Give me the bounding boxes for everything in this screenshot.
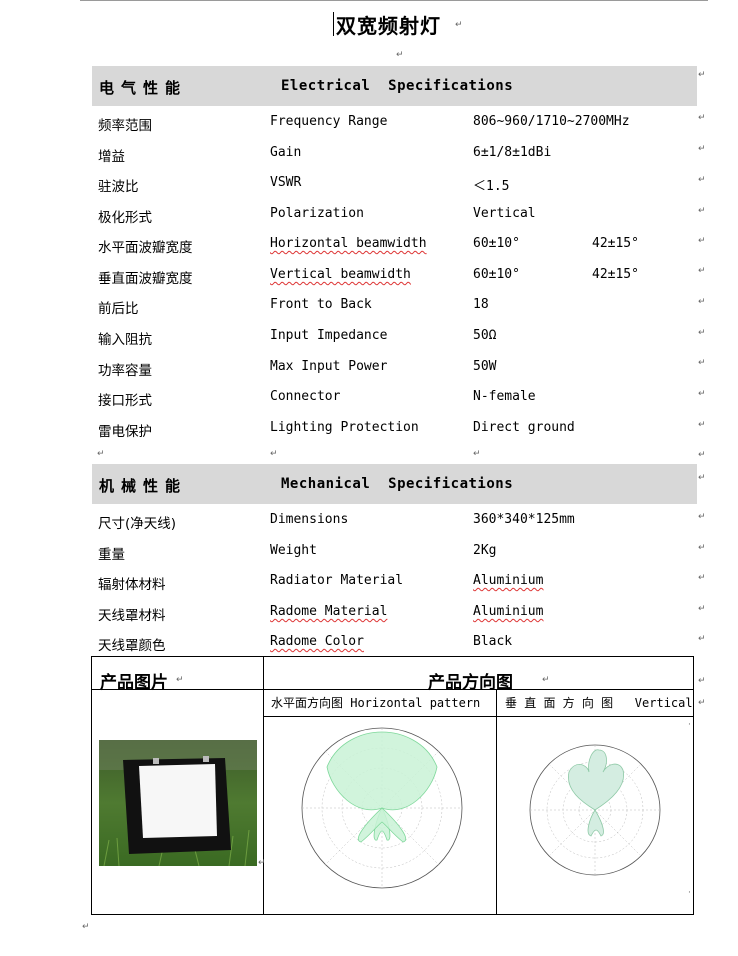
spec-label-cn: 频率范围 bbox=[98, 118, 152, 134]
paragraph-mark: ↵ bbox=[698, 698, 706, 708]
spec-label-cn: 功率容量 bbox=[98, 363, 152, 379]
mechanical-header-en: Mechanical Specifications bbox=[281, 476, 514, 492]
paragraph-mark: ↵ bbox=[698, 175, 706, 185]
paragraph-mark: ↵ bbox=[698, 389, 706, 399]
spec-label-cn: 重量 bbox=[98, 547, 125, 563]
spec-label-cn: 水平面波瓣宽度 bbox=[98, 240, 193, 256]
paragraph-mark: ↵ bbox=[270, 449, 278, 459]
paragraph-mark: ↵ bbox=[698, 473, 706, 483]
spec-value: Aluminium bbox=[473, 604, 544, 619]
spec-label-cn: 雷电保护 bbox=[98, 424, 152, 440]
page-title[interactable]: 双宽频射灯 bbox=[336, 10, 441, 39]
paragraph-mark: ↵ bbox=[698, 297, 706, 307]
table-divider bbox=[496, 689, 497, 915]
spec-label-cn: 天线罩材料 bbox=[98, 608, 166, 624]
spec-label-cn: 增益 bbox=[98, 149, 125, 165]
spec-value: Black bbox=[473, 634, 513, 649]
spec-value: 60±10° bbox=[473, 236, 520, 251]
spec-label-en: Weight bbox=[270, 543, 317, 558]
paragraph-mark: ↵ bbox=[698, 450, 706, 460]
paragraph-mark: ↵ bbox=[396, 50, 404, 60]
paragraph-mark: ↵ bbox=[455, 20, 463, 30]
paragraph-mark: ↵ bbox=[698, 328, 706, 338]
spec-label-en: Frequency Range bbox=[270, 114, 388, 129]
text-cursor bbox=[333, 12, 334, 36]
spec-label-cn: 天线罩颜色 bbox=[98, 638, 166, 654]
spec-value: 60±10° bbox=[473, 267, 520, 282]
paragraph-mark: ↵ bbox=[176, 675, 184, 685]
spec-label-cn: 辐射体材料 bbox=[98, 577, 166, 593]
horizontal-pattern-label: 水平面方向图 Horizontal pattern bbox=[271, 696, 481, 710]
paragraph-mark: ↵ bbox=[698, 70, 706, 80]
spec-label-en: Horizontal beamwidth bbox=[270, 236, 427, 251]
spec-label-en: Radome Color bbox=[270, 634, 364, 649]
paragraph-mark: ↵ bbox=[698, 634, 706, 644]
spec-value: 2Kg bbox=[473, 543, 497, 558]
paragraph-mark: ↵ bbox=[258, 858, 266, 868]
vertical-pattern-label: 垂 直 面 方 向 图 Vertical bbox=[505, 696, 693, 710]
paragraph-mark: ↵ bbox=[542, 675, 550, 685]
spec-label-en: Gain bbox=[270, 145, 302, 160]
paragraph-mark: · bbox=[688, 720, 691, 730]
table-divider bbox=[263, 716, 694, 717]
spec-label-cn: 尺寸(净天线) bbox=[98, 516, 177, 532]
paragraph-mark: ↵ bbox=[698, 573, 706, 583]
top-rule bbox=[80, 0, 708, 1]
spec-label-cn: 前后比 bbox=[98, 301, 139, 317]
electrical-header-en: Electrical Specifications bbox=[281, 78, 514, 94]
mechanical-header-cn: 机械性能 bbox=[99, 477, 188, 495]
paragraph-mark: ↵ bbox=[698, 512, 706, 522]
spec-label-cn: 接口形式 bbox=[98, 393, 152, 409]
spec-value-secondary: 42±15° bbox=[592, 267, 639, 282]
spec-value: 360*340*125mm bbox=[473, 512, 575, 527]
spec-label-en: Radiator Material bbox=[270, 573, 404, 588]
paragraph-mark: ↵ bbox=[698, 206, 706, 216]
table-divider bbox=[263, 656, 264, 915]
spec-value: Aluminium bbox=[473, 573, 544, 588]
paragraph-mark: ↵ bbox=[698, 236, 706, 246]
spec-label-en: Polarization bbox=[270, 206, 364, 221]
spec-label-cn: 输入阻抗 bbox=[98, 332, 152, 348]
spec-label-en: Lighting Protection bbox=[270, 420, 419, 435]
spec-label-cn: 极化形式 bbox=[98, 210, 152, 226]
electrical-header-cn: 电气性能 bbox=[99, 79, 188, 97]
spec-value: Direct ground bbox=[473, 420, 575, 435]
product-photo bbox=[99, 740, 257, 866]
spec-label-en: Radome Material bbox=[270, 604, 388, 619]
spec-label-en: Dimensions bbox=[270, 512, 349, 527]
spec-label-en: Vertical beamwidth bbox=[270, 267, 411, 282]
paragraph-mark: ↵ bbox=[698, 543, 706, 553]
paragraph-mark: ↵ bbox=[82, 922, 90, 932]
spec-label-en: Input Impedance bbox=[270, 328, 388, 343]
spec-value: ＜1.5 bbox=[473, 179, 510, 194]
paragraph-mark: · bbox=[688, 888, 691, 898]
vertical-pattern-chart bbox=[529, 744, 661, 876]
paragraph-mark: ↵ bbox=[698, 420, 706, 430]
paragraph-mark: ↵ bbox=[698, 676, 706, 686]
spec-label-cn: 驻波比 bbox=[98, 179, 139, 195]
product-picture-label: 产品图片 bbox=[100, 673, 168, 693]
product-pattern-label: 产品方向图 bbox=[428, 673, 513, 693]
spec-value: 50Ω bbox=[473, 328, 497, 343]
spec-label-en: Max Input Power bbox=[270, 359, 388, 374]
spec-label-en: VSWR bbox=[270, 175, 302, 190]
spec-label-en: Connector bbox=[270, 389, 341, 404]
spec-value: 18 bbox=[473, 297, 489, 312]
spec-value: 806~960/1710~2700MHz bbox=[473, 114, 630, 129]
paragraph-mark: ↵ bbox=[698, 604, 706, 614]
paragraph-mark: ↵ bbox=[473, 449, 481, 459]
paragraph-mark: ↵ bbox=[698, 358, 706, 368]
horizontal-pattern-chart bbox=[301, 727, 463, 889]
spec-value-secondary: 42±15° bbox=[592, 236, 639, 251]
spec-value: 50W bbox=[473, 359, 497, 374]
paragraph-mark: ↵ bbox=[698, 266, 706, 276]
paragraph-mark: ↵ bbox=[698, 113, 706, 123]
spec-value: N-female bbox=[473, 389, 536, 404]
spec-value: 6±1/8±1dBi bbox=[473, 145, 552, 160]
spec-value: Vertical bbox=[473, 206, 536, 221]
paragraph-mark: ↵ bbox=[698, 144, 706, 154]
spec-label-en: Front to Back bbox=[270, 297, 372, 312]
spec-label-cn: 垂直面波瓣宽度 bbox=[98, 271, 193, 287]
paragraph-mark: ↵ bbox=[97, 449, 105, 459]
